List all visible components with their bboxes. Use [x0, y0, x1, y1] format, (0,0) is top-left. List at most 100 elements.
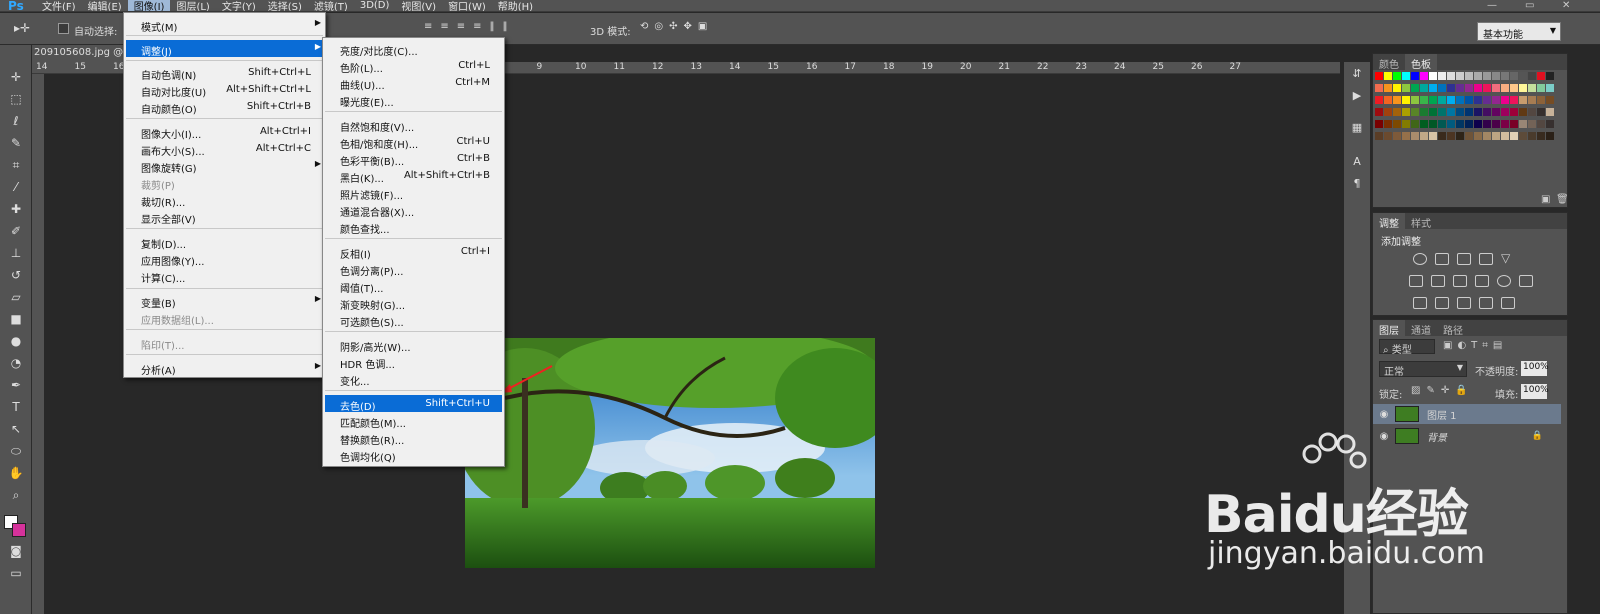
blend-mode-select[interactable]: 正常 ▼	[1379, 361, 1467, 378]
filter-type-icons[interactable]: ▣◐T⌗▤	[1443, 340, 1507, 351]
new-swatch-icon[interactable]: ▣	[1541, 194, 1550, 205]
menu-layer[interactable]: 图层(L)	[170, 0, 215, 11]
adjust-menu-item[interactable]: 色彩平衡(B)... Ctrl+B	[325, 150, 502, 168]
close-icon[interactable]: ✕	[1562, 0, 1570, 11]
swatch[interactable]	[1501, 96, 1509, 104]
color-balance-icon[interactable]	[1431, 275, 1445, 287]
swatch[interactable]	[1420, 108, 1428, 116]
swatch[interactable]	[1411, 72, 1419, 80]
tab-paths[interactable]: 路径	[1437, 320, 1469, 337]
swatch[interactable]	[1483, 120, 1491, 128]
image-menu-item[interactable]: 调整(J) ▶	[126, 40, 323, 58]
swatch[interactable]	[1429, 108, 1437, 116]
swatch[interactable]	[1393, 132, 1401, 140]
adjust-menu-item[interactable]: HDR 色调...	[325, 353, 502, 371]
swatch[interactable]	[1510, 132, 1518, 140]
brightness-icon[interactable]	[1413, 253, 1427, 265]
posterize-icon[interactable]	[1435, 297, 1449, 309]
swatch[interactable]	[1411, 132, 1419, 140]
image-menu-item[interactable]: 图像旋转(G) ▶	[126, 157, 323, 175]
image-menu-item[interactable]: 计算(C)...	[126, 267, 323, 285]
swatch[interactable]	[1438, 84, 1446, 92]
gradient-icon[interactable]: ■	[8, 311, 24, 327]
menu-file[interactable]: 文件(F)	[36, 0, 82, 11]
swatch[interactable]	[1402, 72, 1410, 80]
gradient-map-icon[interactable]	[1479, 297, 1493, 309]
tab-styles[interactable]: 样式	[1405, 213, 1437, 230]
adjust-menu-item[interactable]: 渐变映射(G)...	[325, 294, 502, 312]
swatch[interactable]	[1465, 108, 1473, 116]
paragraph-icon[interactable]: ¶	[1349, 176, 1365, 192]
layer-row[interactable]: ◉ 图层 1	[1373, 404, 1561, 424]
tab-color[interactable]: 颜色	[1373, 54, 1405, 71]
swatch[interactable]	[1447, 132, 1455, 140]
adjust-menu-item[interactable]: 色相/饱和度(H)... Ctrl+U	[325, 133, 502, 151]
quick-mask-icon[interactable]: ◙	[8, 543, 24, 559]
image-menu-item[interactable]: 变量(B) ▶	[126, 292, 323, 310]
swatch[interactable]	[1375, 120, 1383, 128]
adjust-menu-item[interactable]: 照片滤镜(F)...	[325, 184, 502, 202]
color-lookup-icon[interactable]	[1519, 275, 1533, 287]
swatch[interactable]	[1483, 72, 1491, 80]
selective-color-icon[interactable]	[1501, 297, 1515, 309]
swatch[interactable]	[1483, 96, 1491, 104]
swatch[interactable]	[1528, 84, 1536, 92]
adjust-menu-item[interactable]: 可选颜色(S)...	[325, 311, 502, 329]
swatch[interactable]	[1456, 132, 1464, 140]
image-menu-item[interactable]: 应用数据组(L)...	[126, 309, 323, 327]
swatch[interactable]	[1429, 72, 1437, 80]
swatch[interactable]	[1483, 132, 1491, 140]
swatch[interactable]	[1537, 120, 1545, 128]
adjust-menu-item[interactable]: 去色(D) Shift+Ctrl+U	[325, 395, 502, 413]
3d-tools-icons[interactable]: ⟲◎✣✥▣	[640, 21, 713, 32]
swatch[interactable]	[1384, 108, 1392, 116]
tab-adjustments[interactable]: 调整	[1373, 213, 1405, 230]
swatch[interactable]	[1420, 72, 1428, 80]
swatch[interactable]	[1429, 84, 1437, 92]
swatch[interactable]	[1510, 96, 1518, 104]
swatch[interactable]	[1546, 84, 1554, 92]
menu-filter[interactable]: 滤镜(T)	[308, 0, 354, 11]
pen-icon[interactable]: ✒	[8, 377, 24, 393]
swatch[interactable]	[1537, 132, 1545, 140]
swatch[interactable]	[1465, 132, 1473, 140]
adjust-menu-item[interactable]: 变化...	[325, 370, 502, 388]
swatch[interactable]	[1384, 132, 1392, 140]
swatch[interactable]	[1438, 96, 1446, 104]
invert-icon[interactable]	[1413, 297, 1427, 309]
menu-view[interactable]: 视图(V)	[395, 0, 442, 11]
restore-icon[interactable]: ▭	[1525, 0, 1534, 11]
menu-type[interactable]: 文字(Y)	[216, 0, 262, 11]
adjust-menu-item[interactable]: 黑白(K)... Alt+Shift+Ctrl+B	[325, 167, 502, 185]
swatch[interactable]	[1501, 120, 1509, 128]
adjust-menu-item[interactable]: 自然饱和度(V)...	[325, 116, 502, 134]
marquee-icon[interactable]: ⬚	[8, 91, 24, 107]
properties-icon[interactable]: ▦	[1349, 120, 1365, 136]
swatch[interactable]	[1438, 120, 1446, 128]
swatch[interactable]	[1474, 84, 1482, 92]
swatch[interactable]	[1429, 120, 1437, 128]
move-tool-icon[interactable]: ▸✛	[14, 21, 30, 35]
swatch[interactable]	[1474, 120, 1482, 128]
swatch[interactable]	[1384, 96, 1392, 104]
align-icons[interactable]: ≡≡≡≡‖‖	[424, 21, 516, 32]
blur-icon[interactable]: ●	[8, 333, 24, 349]
swatch[interactable]	[1510, 72, 1518, 80]
type-icon[interactable]: T	[8, 399, 24, 415]
swatch[interactable]	[1537, 84, 1545, 92]
photo-filter-icon[interactable]	[1475, 275, 1489, 287]
black-white-icon[interactable]	[1453, 275, 1467, 287]
brush-icon[interactable]: ✐	[8, 223, 24, 239]
swatch[interactable]	[1501, 84, 1509, 92]
swatch[interactable]	[1492, 108, 1500, 116]
swatch[interactable]	[1501, 108, 1509, 116]
swatch[interactable]	[1510, 120, 1518, 128]
actions-play-icon[interactable]: ▶	[1349, 88, 1365, 104]
adjust-menu-item[interactable]: 色阶(L)... Ctrl+L	[325, 57, 502, 75]
minimize-icon[interactable]: —	[1487, 0, 1497, 11]
swatch[interactable]	[1456, 96, 1464, 104]
image-menu-item[interactable]: 裁剪(P)	[126, 174, 323, 192]
swatch[interactable]	[1483, 84, 1491, 92]
swatch[interactable]	[1546, 108, 1554, 116]
swatch[interactable]	[1546, 96, 1554, 104]
